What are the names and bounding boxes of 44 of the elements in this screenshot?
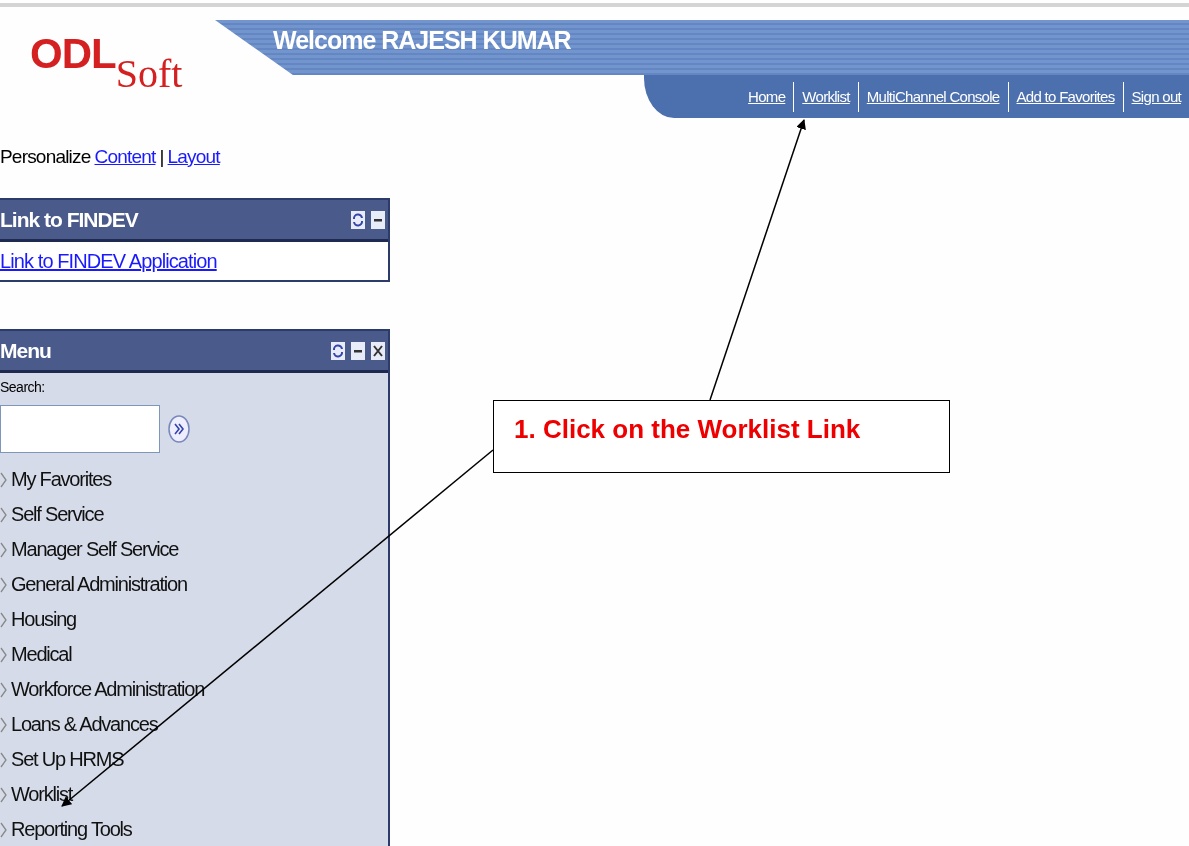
chevron-icon <box>0 751 7 768</box>
menu-item[interactable]: Worklist <box>11 783 73 806</box>
minimize-icon[interactable] <box>371 210 385 229</box>
chevron-icon <box>0 681 7 698</box>
nav-link[interactable]: Worklist <box>802 88 850 105</box>
chevron-icon <box>0 541 7 558</box>
chevron-icon <box>0 506 7 523</box>
callout-text: 1. Click on the Worklist Link <box>514 414 861 444</box>
nav-link[interactable]: Sign out <box>1131 88 1181 105</box>
chevron-icon <box>0 471 7 488</box>
menu-item[interactable]: Housing <box>11 608 76 631</box>
nav-link[interactable]: Add to Favorites <box>1016 88 1115 105</box>
refresh-icon[interactable] <box>351 210 365 229</box>
search-label: Search: <box>0 379 46 395</box>
menu-item[interactable]: Medical <box>11 643 72 666</box>
personalize-label: Personalize <box>0 146 91 168</box>
chevron-icon <box>0 716 7 733</box>
chevron-icon <box>0 821 7 838</box>
minimize-icon[interactable] <box>351 341 365 360</box>
close-icon[interactable] <box>371 341 385 360</box>
panel-title: Menu <box>0 338 51 363</box>
content-link[interactable]: Content <box>94 146 156 168</box>
chevron-icon <box>0 646 7 663</box>
menu-item[interactable]: Loans & Advances <box>11 713 158 736</box>
refresh-icon[interactable] <box>331 341 345 360</box>
nav-link[interactable]: MultiChannel Console <box>866 88 1000 105</box>
menu-item[interactable]: General Administration <box>11 573 187 596</box>
separator-text: | <box>159 146 164 168</box>
logo: ODLSoft <box>29 29 184 98</box>
menu-item[interactable]: Self Service <box>11 503 104 526</box>
go-icon[interactable] <box>168 415 190 443</box>
chevron-icon <box>0 786 7 803</box>
nav-link[interactable]: Home <box>748 88 786 105</box>
menu-item[interactable]: Manager Self Service <box>11 538 179 561</box>
welcome-text: Welcome RAJESH KUMAR <box>273 25 571 55</box>
layout-link[interactable]: Layout <box>167 146 220 168</box>
menu-item[interactable]: Workforce Administration <box>11 678 205 701</box>
chevron-icon <box>0 576 7 593</box>
search-field[interactable] <box>0 405 160 453</box>
menu-item[interactable]: My Favorites <box>11 468 112 491</box>
panel-title: Link to FINDEV <box>0 207 138 232</box>
chevron-icon <box>0 611 7 628</box>
findev-link[interactable]: Link to FINDEV Application <box>0 249 217 273</box>
menu-item[interactable]: Reporting Tools <box>11 818 132 841</box>
